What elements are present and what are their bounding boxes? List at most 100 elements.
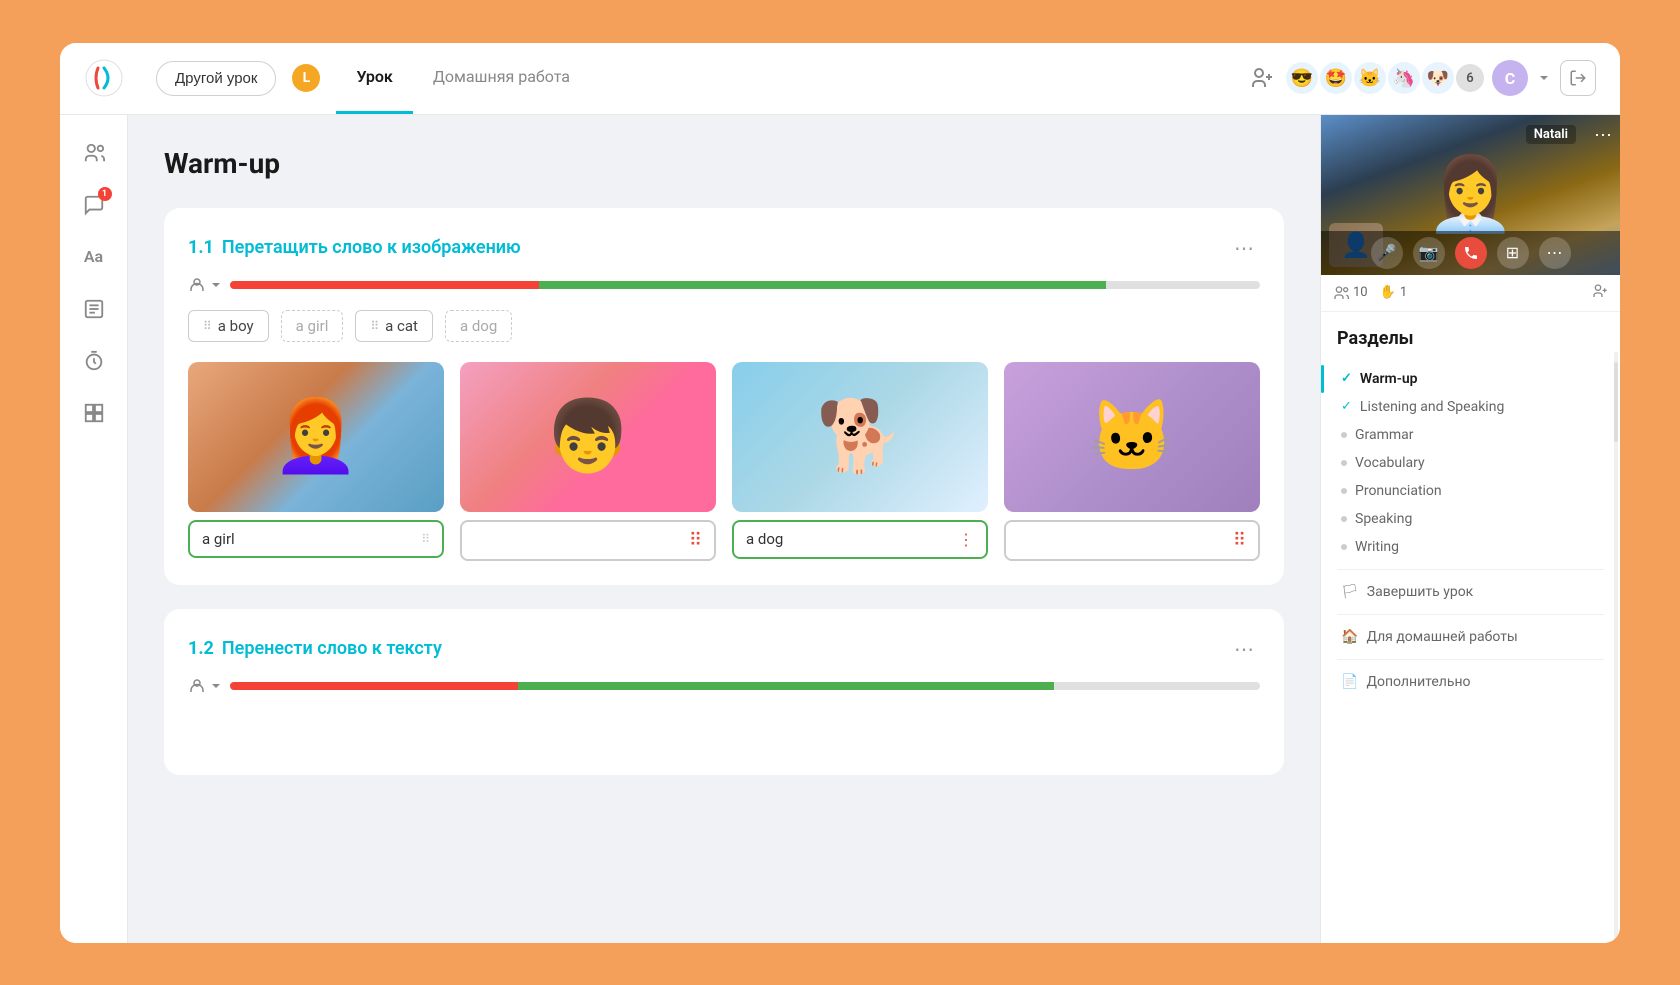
progress-green-2 <box>518 682 1054 690</box>
section-item-grammar[interactable]: Grammar <box>1337 421 1604 449</box>
avatar-1: 😎 <box>1286 62 1318 94</box>
nav-tabs: Урок Домашняя работа <box>336 43 590 114</box>
hangup-button[interactable] <box>1455 237 1487 269</box>
answer-box-cat[interactable]: ⠿ <box>1004 520 1260 561</box>
logout-button[interactable] <box>1560 60 1596 96</box>
section-item-speaking[interactable]: Speaking <box>1337 505 1604 533</box>
sections-title: Разделы <box>1337 328 1604 349</box>
answer-more-icon[interactable]: ⠿ <box>689 530 702 551</box>
dot-icon <box>1341 544 1347 550</box>
drag-handle-icon: ⠿ <box>203 319 212 333</box>
avatar-count: 6 <box>1456 64 1484 92</box>
video-more-button[interactable]: ⋯ <box>1594 125 1612 146</box>
exercise-header-1: 1.1 Перетащить слово к изображению ⋯ <box>188 232 1260 264</box>
sidebar-item-timer[interactable] <box>72 339 116 383</box>
user-avatar-button[interactable]: С <box>1492 60 1528 96</box>
extra-section-item[interactable]: 📄 Дополнительно <box>1337 668 1604 696</box>
drag-handle-icon: ⠿ <box>370 319 379 333</box>
image-card-dog: 🐕 a dog ⋮ <box>732 362 988 561</box>
answer-more-red-icon[interactable]: ⋮ <box>958 530 974 549</box>
check-icon: ✓ <box>1341 371 1352 386</box>
sections-panel: Разделы ✓ Warm-up ✓ Listening and Speaki… <box>1321 312 1620 943</box>
exercise-more-button-1[interactable]: ⋯ <box>1228 232 1260 264</box>
progress-red-1 <box>230 281 539 289</box>
section-item-listening[interactable]: ✓ Listening and Speaking <box>1337 393 1604 421</box>
boy-figure: 👦 <box>544 396 631 478</box>
video-controls: 🎤 📷 ⊞ ⋯ <box>1321 231 1620 275</box>
sidebar-item-users[interactable] <box>72 131 116 175</box>
add-user-button[interactable] <box>1246 62 1278 94</box>
more-call-button[interactable]: ⋯ <box>1539 237 1571 269</box>
settings-icon[interactable] <box>1592 283 1608 303</box>
chevron-down-icon <box>1536 70 1552 86</box>
dot-icon <box>1341 432 1347 438</box>
exercise-card-2: 1.2 Перенести слово к тексту ⋯ <box>164 609 1284 775</box>
mic-button[interactable]: 🎤 <box>1371 237 1403 269</box>
girl-figure: 👩‍🦰 <box>272 396 359 478</box>
progress-row-2 <box>188 677 1260 695</box>
video-teacher-name: Natali <box>1526 125 1576 144</box>
exercise-number-1: 1.1 <box>188 237 214 258</box>
answer-box-girl[interactable]: a girl ⠿ <box>188 520 444 558</box>
word-chip-a-dog[interactable]: a dog <box>445 310 512 342</box>
tab-urok[interactable]: Урок <box>336 43 412 114</box>
teacher-avatar: 👩‍💼 <box>1426 152 1516 237</box>
sidebar-item-translate[interactable]: Aа <box>72 235 116 279</box>
camera-button[interactable]: 📷 <box>1413 237 1445 269</box>
dot-icon <box>1341 488 1347 494</box>
exercise-title-2: Перенести слово к тексту <box>222 638 442 659</box>
section-item-vocabulary[interactable]: Vocabulary <box>1337 449 1604 477</box>
progress-bar-1 <box>230 281 1260 289</box>
progress-user-icon-1[interactable] <box>188 276 222 294</box>
video-section: 👩‍💼 Natali ⋯ 👤 🎤 📷 ⊞ ⋯ <box>1321 115 1620 275</box>
image-card-cat: 🐱 ⠿ <box>1004 362 1260 561</box>
dog-figure: 🐕 <box>816 396 903 478</box>
image-girl: 👩‍🦰 <box>188 362 444 512</box>
finish-lesson-item[interactable]: 🏳 Завершить урок <box>1337 578 1604 606</box>
check-icon: ✓ <box>1341 399 1352 414</box>
answer-more-icon-cat[interactable]: ⠿ <box>1233 530 1246 551</box>
image-grid-1: 👩‍🦰 a girl ⠿ 👦 <box>188 362 1260 561</box>
sidebar-item-grid[interactable] <box>72 391 116 435</box>
content-area: Warm-up 1.1 Перетащить слово к изображен… <box>128 115 1320 943</box>
grid-call-button[interactable]: ⊞ <box>1497 237 1529 269</box>
word-chip-a-boy[interactable]: ⠿ a boy <box>188 310 269 342</box>
home-icon: 🏠 <box>1341 629 1358 645</box>
logo <box>84 58 124 98</box>
word-chip-a-girl[interactable]: a girl <box>281 310 344 342</box>
page-title: Warm-up <box>164 147 1284 180</box>
main-content: 1 Aа Warm-up 1.1 Пере <box>60 115 1620 943</box>
extra-icon: 📄 <box>1341 674 1358 690</box>
cat-figure: 🐱 <box>1088 396 1175 478</box>
header: Другой урок L Урок Домашняя работа 😎 🤩 🐱 <box>60 43 1620 115</box>
progress-green-1 <box>539 281 1106 289</box>
sidebar-item-messages[interactable]: 1 <box>72 183 116 227</box>
progress-row-1 <box>188 276 1260 294</box>
section-item-pronunciation[interactable]: Pronunciation <box>1337 477 1604 505</box>
progress-user-icon-2[interactable] <box>188 677 222 695</box>
other-lesson-button[interactable]: Другой урок <box>156 61 276 96</box>
avatar-2: 🤩 <box>1320 62 1352 94</box>
image-dog: 🐕 <box>732 362 988 512</box>
avatar-group: 😎 🤩 🐱 🦄 🐶 6 <box>1286 62 1484 94</box>
exercise-title-1: Перетащить слово к изображению <box>222 237 521 258</box>
right-panel: 👩‍💼 Natali ⋯ 👤 🎤 📷 ⊞ ⋯ <box>1320 115 1620 943</box>
dot-icon <box>1341 460 1347 466</box>
answer-box-dog[interactable]: a dog ⋮ <box>732 520 988 559</box>
answer-drag-handle: ⠿ <box>421 532 430 546</box>
image-cat: 🐱 <box>1004 362 1260 512</box>
exercise-more-button-2[interactable]: ⋯ <box>1228 633 1260 665</box>
answer-box-boy[interactable]: ⠿ <box>460 520 716 561</box>
avatar-5: 🐶 <box>1422 62 1454 94</box>
avatar-4: 🦄 <box>1388 62 1420 94</box>
tab-homework[interactable]: Домашняя работа <box>413 43 590 114</box>
word-chips-1: ⠿ a boy a girl ⠿ a cat a dog <box>188 310 1260 342</box>
image-card-girl: 👩‍🦰 a girl ⠿ <box>188 362 444 561</box>
homework-section-item[interactable]: 🏠 Для домашней работы <box>1337 623 1604 651</box>
section-item-warmup[interactable]: ✓ Warm-up <box>1337 365 1604 393</box>
sidebar-item-notes[interactable] <box>72 287 116 331</box>
avatar-3: 🐱 <box>1354 62 1386 94</box>
section-item-writing[interactable]: Writing <box>1337 533 1604 561</box>
divider-2 <box>1337 614 1604 615</box>
word-chip-a-cat[interactable]: ⠿ a cat <box>355 310 433 342</box>
